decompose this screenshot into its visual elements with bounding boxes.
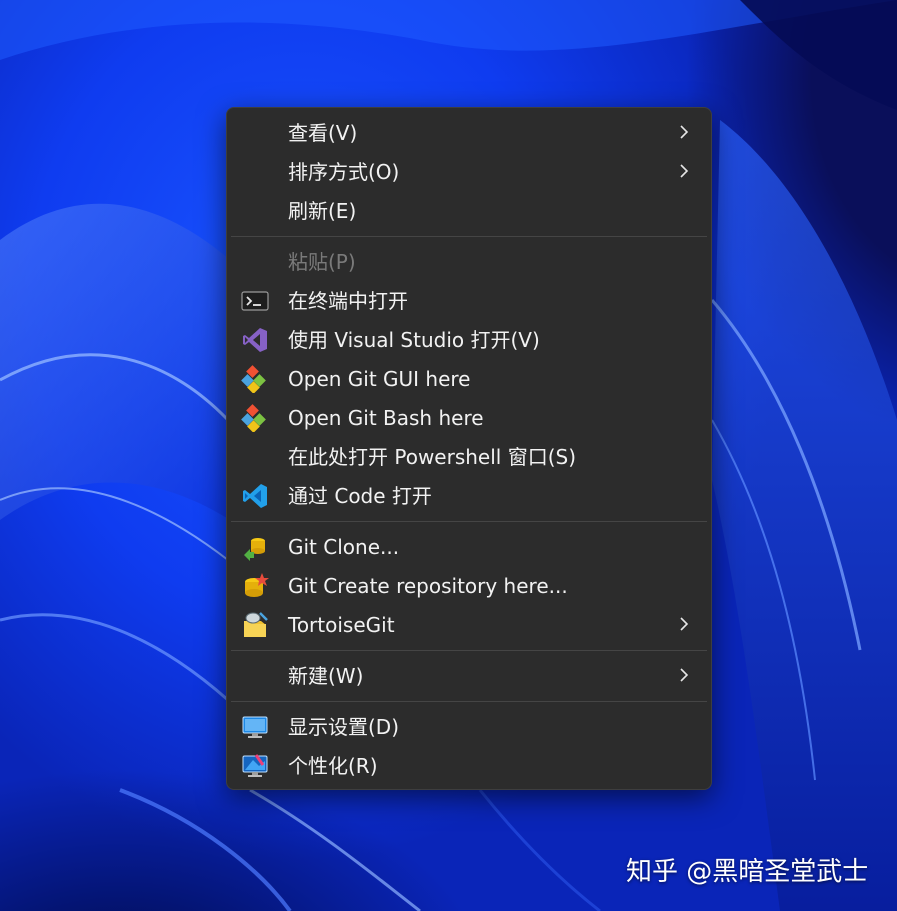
menu-item-view[interactable]: 查看(V) (231, 113, 707, 152)
menu-item-label: 查看(V) (288, 121, 358, 145)
menu-item-label: Git Create repository here... (288, 574, 568, 598)
chevron-right-icon (680, 125, 689, 139)
menu-item-label: 个性化(R) (288, 754, 378, 778)
menu-item-tortoisegit[interactable]: TortoiseGit (231, 605, 707, 644)
git-bash-icon (241, 404, 266, 432)
desktop-context-menu: 查看(V) 排序方式(O) 刷新(E) 粘贴(P) 在终端中打开 使用 Visu… (226, 107, 712, 790)
menu-item-open-in-terminal[interactable]: 在终端中打开 (231, 281, 707, 320)
menu-item-label: TortoiseGit (288, 613, 395, 637)
menu-item-label: 粘贴(P) (288, 250, 356, 274)
watermark: 知乎 @黑暗圣堂武士 (626, 857, 869, 887)
menu-item-open-git-gui[interactable]: Open Git GUI here (231, 359, 707, 398)
git-clone-icon (244, 538, 265, 561)
vscode-icon (243, 484, 267, 508)
terminal-icon (241, 291, 269, 311)
menu-item-label: 通过 Code 打开 (288, 484, 432, 508)
menu-separator (231, 701, 707, 702)
menu-item-label: 使用 Visual Studio 打开(V) (288, 328, 540, 352)
menu-item-label: 刷新(E) (288, 199, 357, 223)
menu-item-label: 在此处打开 Powershell 窗口(S) (288, 445, 576, 469)
git-gui-icon (241, 365, 266, 393)
menu-separator (231, 521, 707, 522)
menu-item-label: 在终端中打开 (288, 289, 408, 313)
visual-studio-icon (243, 328, 267, 352)
tortoisegit-icon (244, 612, 268, 637)
personalize-icon (242, 754, 268, 777)
menu-item-display-settings[interactable]: 显示设置(D) (231, 707, 707, 746)
chevron-right-icon (680, 164, 689, 178)
menu-item-open-with-code[interactable]: 通过 Code 打开 (231, 476, 707, 515)
menu-item-git-clone[interactable]: Git Clone... (231, 527, 707, 566)
menu-item-sort-by[interactable]: 排序方式(O) (231, 152, 707, 191)
menu-item-open-powershell-here[interactable]: 在此处打开 Powershell 窗口(S) (231, 437, 707, 476)
git-create-repo-icon (245, 573, 269, 597)
display-settings-icon (242, 716, 268, 738)
menu-item-label: 新建(W) (288, 664, 364, 688)
chevron-right-icon (680, 668, 689, 682)
menu-item-refresh[interactable]: 刷新(E) (231, 191, 707, 230)
menu-item-open-with-visual-studio[interactable]: 使用 Visual Studio 打开(V) (231, 320, 707, 359)
menu-item-git-create-repository[interactable]: Git Create repository here... (231, 566, 707, 605)
menu-separator (231, 650, 707, 651)
menu-separator (231, 236, 707, 237)
menu-item-label: Git Clone... (288, 535, 400, 559)
menu-item-label: Open Git GUI here (288, 367, 471, 391)
menu-item-label: 排序方式(O) (288, 160, 400, 184)
menu-item-label: Open Git Bash here (288, 406, 484, 430)
menu-item-new[interactable]: 新建(W) (231, 656, 707, 695)
menu-item-open-git-bash[interactable]: Open Git Bash here (231, 398, 707, 437)
menu-item-personalize[interactable]: 个性化(R) (231, 746, 707, 785)
menu-item-paste: 粘贴(P) (231, 242, 707, 281)
menu-item-label: 显示设置(D) (288, 715, 400, 739)
chevron-right-icon (680, 617, 689, 631)
